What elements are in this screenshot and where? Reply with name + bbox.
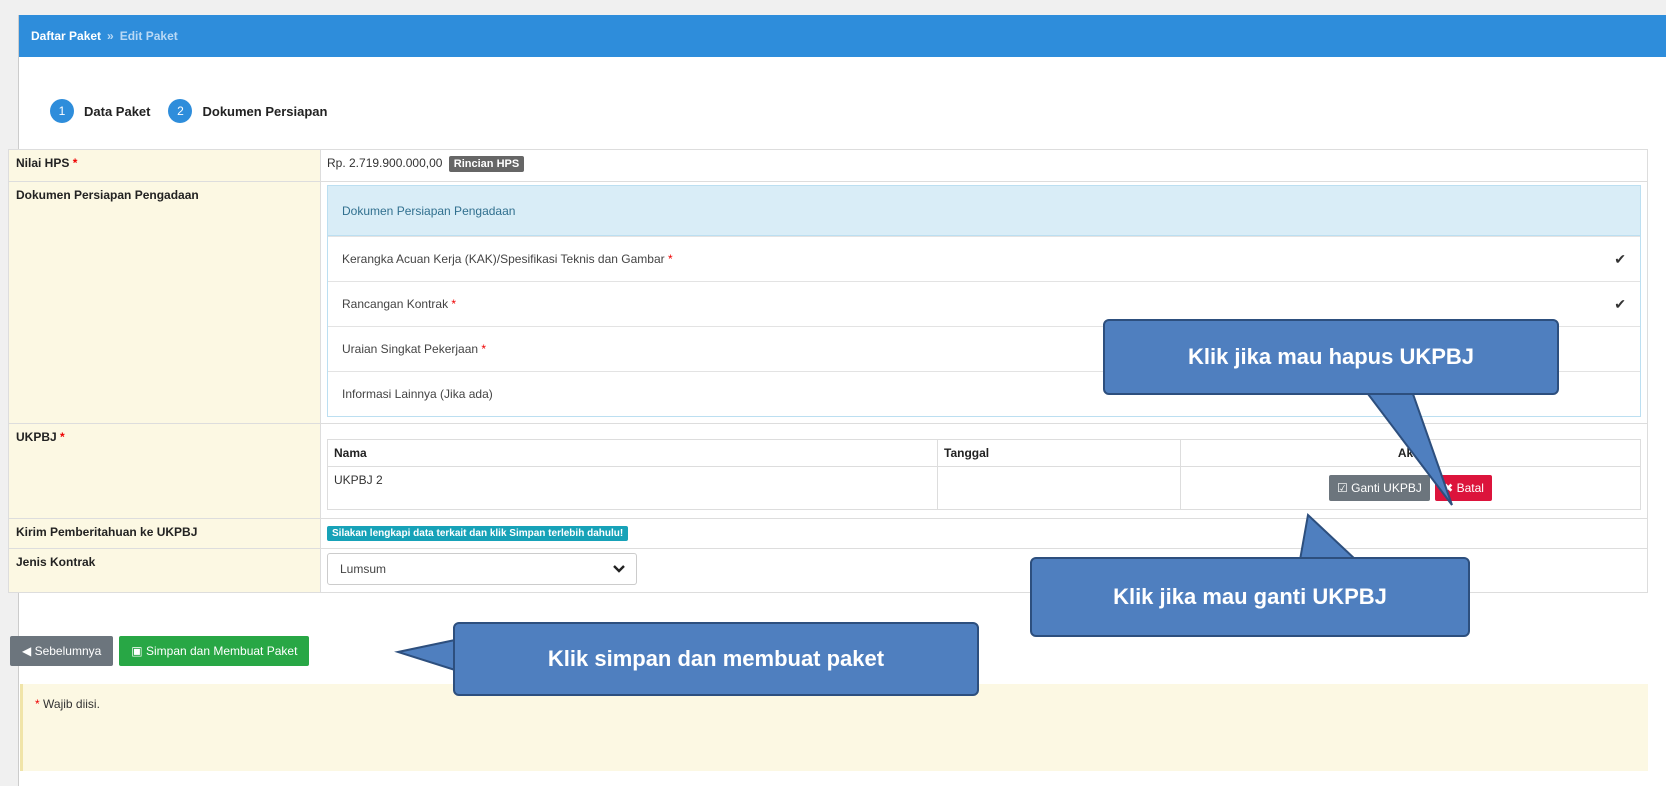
callout-simpan-paket: Klik simpan dan membuat paket	[453, 622, 979, 696]
callout-ganti-ukpbj: Klik jika mau ganti UKPBJ	[1030, 557, 1470, 637]
callout-hapus-ukpbj: Klik jika mau hapus UKPBJ	[1103, 319, 1559, 395]
